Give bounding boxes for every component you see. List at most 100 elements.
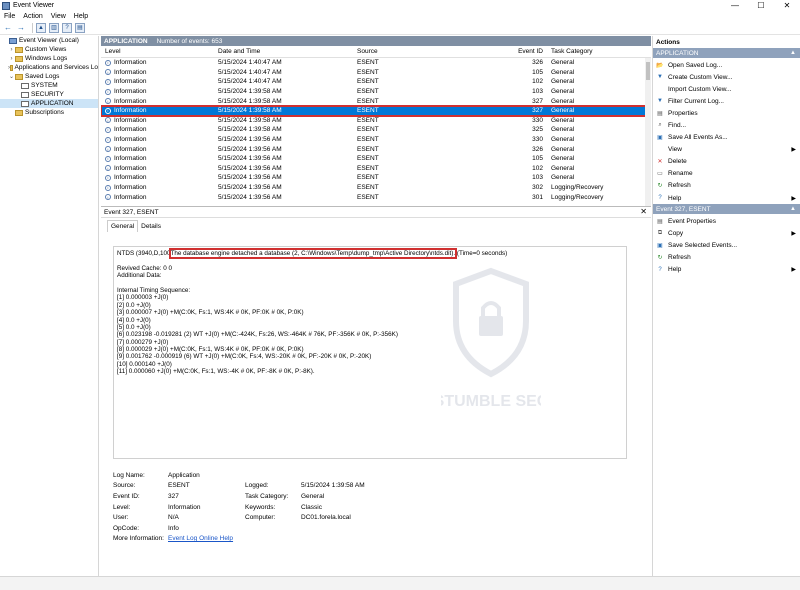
menu-action[interactable]: Action [23, 13, 42, 20]
event-row[interactable]: i Information 5/15/2024 1:39:56 AM ESENT 105… [101, 154, 651, 164]
detail-tabs: General Details [101, 218, 651, 232]
expand-chevron-icon[interactable]: › [8, 56, 15, 62]
event-row[interactable]: i Information 5/15/2024 1:39:56 AM ESENT 301… [101, 192, 651, 202]
action-import-custom-view[interactable]: Import Custom View... [653, 83, 800, 95]
event-source: ESENT [357, 126, 379, 134]
event-row[interactable]: i Information 5/15/2024 1:39:58 AM ESENT 325… [101, 125, 651, 135]
selected-event-row[interactable]: i Information 5/15/2024 1:39:58 AM ESENT 327… [101, 105, 651, 117]
event-row[interactable]: i Information 5/15/2024 1:39:56 AM ESENT 330… [101, 135, 651, 145]
action-refresh[interactable]: ↻ Refresh [653, 180, 800, 192]
event-row[interactable]: i Information 5/15/2024 1:39:58 AM ESENT 103… [101, 87, 651, 97]
tree-item-label: Applications and Services Lo [14, 64, 98, 71]
show-hide-tree-icon[interactable]: ▥ [49, 22, 59, 33]
tree-item-applications-and-services-lo[interactable]: › Applications and Services Lo [0, 63, 98, 72]
minimize-button[interactable]: — [722, 0, 748, 11]
event-row[interactable]: i Information 5/15/2024 1:40:47 AM ESENT 102… [101, 77, 651, 87]
menu-view[interactable]: View [51, 13, 66, 20]
tree-item-event-viewer-local-[interactable]: Event Viewer (Local) [0, 36, 98, 45]
event-row[interactable]: i Information 5/15/2024 1:39:56 AM ESENT 302… [101, 183, 651, 193]
maximize-button[interactable]: ☐ [748, 0, 774, 11]
help-toolbar-icon[interactable]: ? [62, 22, 72, 33]
tree-item-custom-views[interactable]: › Custom Views [0, 45, 98, 54]
close-button[interactable]: ✕ [774, 0, 800, 11]
logged-label: Logged: [245, 482, 269, 490]
up-folder-icon[interactable]: ▲ [36, 22, 46, 33]
back-arrow-icon[interactable]: ← [3, 23, 13, 33]
tree-item-label: SECURITY [31, 91, 64, 98]
event-row[interactable]: i Information 5/15/2024 1:40:47 AM ESENT 326… [101, 58, 651, 68]
forward-arrow-icon[interactable]: → [16, 23, 26, 33]
prop-row: Log Name: Application [113, 470, 633, 481]
actions-section-header[interactable]: Event 327, ESENT ▲ [653, 204, 800, 215]
actions-section-header[interactable]: APPLICATION ▲ [653, 48, 800, 58]
event-row[interactable]: i Information 5/15/2024 1:39:56 AM ESENT 326… [101, 144, 651, 154]
tab-details[interactable]: Details [138, 221, 164, 232]
opcode-label: OpCode: [113, 524, 140, 532]
information-icon: i [105, 136, 111, 143]
folder-icon [15, 73, 23, 80]
action-event-properties[interactable]: ▤ Event Properties [653, 215, 800, 227]
action-label: Help [668, 194, 682, 202]
action-view[interactable]: View ▶ [653, 144, 800, 156]
computer-label: Computer: [245, 514, 276, 522]
expand-chevron-icon[interactable]: › [8, 47, 15, 53]
col-level[interactable]: Level [101, 48, 218, 55]
action-create-custom-view[interactable]: ▼ Create Custom View... [653, 71, 800, 83]
tree-item-security[interactable]: SECURITY [0, 90, 98, 99]
tree-item-windows-logs[interactable]: › Windows Logs [0, 54, 98, 63]
prop-row: User: N/A Computer: DC01.forela.local [113, 512, 633, 523]
event-row[interactable]: i Information 5/15/2024 1:39:58 AM ESENT 330… [101, 116, 651, 126]
event-id: 326 [532, 145, 543, 153]
status-bar [0, 576, 800, 590]
action-find[interactable]: ⌕ Find... [653, 119, 800, 131]
action-copy[interactable]: ⧉ Copy ▶ [653, 227, 800, 239]
refresh-icon: ↻ [657, 183, 663, 190]
action-rename[interactable]: ▭ Rename [653, 168, 800, 180]
event-row[interactable]: i Information 5/15/2024 1:39:56 AM ESENT 102… [101, 164, 651, 174]
action-help[interactable]: ? Help ▶ [653, 192, 800, 204]
information-icon: i [105, 117, 111, 124]
expand-chevron-icon[interactable]: ⌄ [8, 73, 15, 80]
menu-file[interactable]: File [4, 13, 15, 20]
tree-item-application[interactable]: APPLICATION [0, 99, 98, 108]
action-filter-current-log[interactable]: ▼ Filter Current Log... [653, 95, 800, 107]
col-event-id[interactable]: Event ID [477, 48, 547, 55]
source-value: ESENT [168, 482, 190, 490]
action-open-saved-log[interactable]: 📂 Open Saved Log... [653, 59, 800, 71]
event-message-box[interactable]: NTDS (3940,D,100The database engine deta… [113, 246, 627, 459]
submenu-arrow-icon: ▶ [791, 230, 796, 237]
action-help[interactable]: ? Help ▶ [653, 264, 800, 276]
event-row[interactable]: i Information 5/15/2024 1:39:56 AM ESENT 103… [101, 173, 651, 183]
prop-row: OpCode: Info [113, 523, 633, 534]
col-source[interactable]: Source [357, 48, 477, 55]
online-help-link[interactable]: Event Log Online Help [168, 535, 233, 542]
event-level: i Information [101, 107, 218, 114]
menu-help[interactable]: Help [74, 13, 88, 20]
collapse-arrow-icon[interactable]: ▲ [790, 206, 796, 212]
event-category: General [551, 107, 575, 115]
window-title: Event Viewer [13, 2, 55, 9]
scroll-thumb[interactable] [646, 62, 650, 80]
col-task-category[interactable]: Task Category [547, 48, 645, 55]
tree-item-subscriptions[interactable]: Subscriptions [0, 108, 98, 117]
tab-general[interactable]: General [107, 220, 139, 232]
col-date[interactable]: Date and Time [218, 48, 357, 55]
action-refresh[interactable]: ↻ Refresh [653, 251, 800, 263]
action-save-all-events-as[interactable]: ▣ Save All Events As... [653, 132, 800, 144]
event-level-text: Information [114, 97, 147, 105]
information-icon: i [105, 165, 111, 172]
collapse-arrow-icon[interactable]: ▲ [790, 50, 796, 56]
event-level: i Information [101, 78, 218, 85]
tree-item-system[interactable]: SYSTEM [0, 81, 98, 90]
action-delete[interactable]: ✕ Delete [653, 156, 800, 168]
event-row[interactable]: i Information 5/15/2024 1:40:47 AM ESENT 105… [101, 68, 651, 78]
grid-scrollbar[interactable] [645, 58, 651, 206]
detail-close-icon[interactable]: ✕ [640, 207, 647, 216]
window-controls: — ☐ ✕ [722, 0, 800, 11]
help-icon: ? [658, 195, 662, 202]
tree-item-saved-logs[interactable]: ⌄ Saved Logs [0, 72, 98, 81]
action-properties[interactable]: ▤ Properties [653, 107, 800, 119]
action-save-selected-events[interactable]: ▣ Save Selected Events... [653, 239, 800, 251]
event-row[interactable]: i Information 5/15/2024 1:39:58 AM ESENT 327… [101, 96, 651, 106]
show-action-pane-icon[interactable]: ▤ [75, 22, 85, 33]
